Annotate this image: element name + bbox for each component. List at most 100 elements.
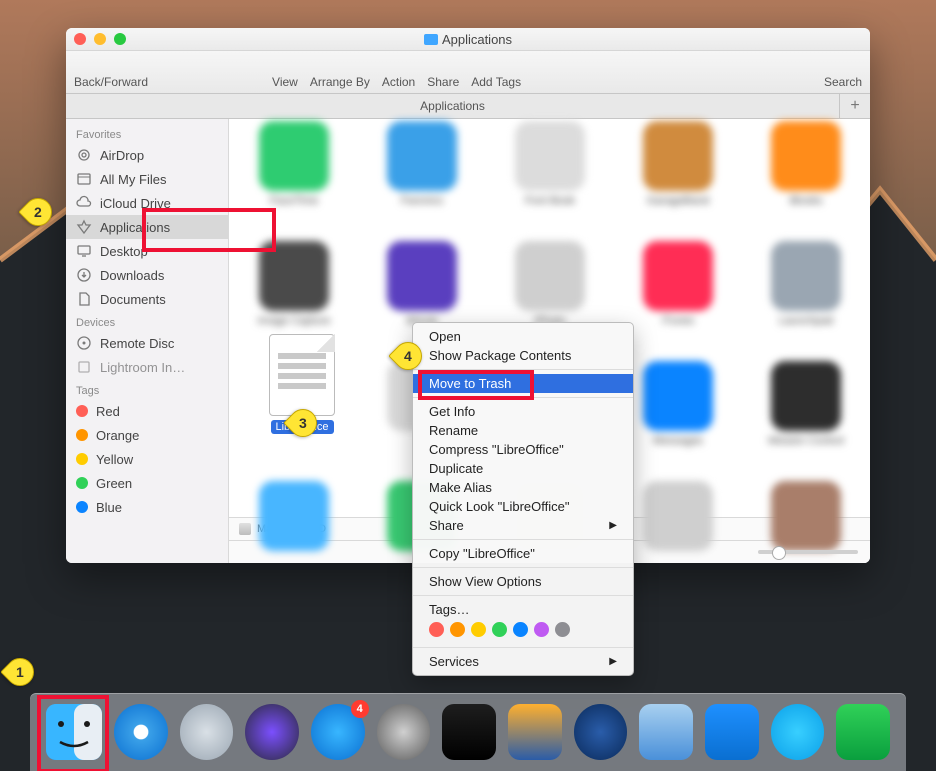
app-label: Mission Control xyxy=(746,435,866,447)
app-icon[interactable] xyxy=(643,361,713,431)
tag-color[interactable] xyxy=(534,622,549,637)
menu-tags[interactable]: Tags… xyxy=(413,600,633,619)
disk-icon xyxy=(76,359,92,375)
menu-duplicate[interactable]: Duplicate xyxy=(413,459,633,478)
tag-color[interactable] xyxy=(471,622,486,637)
menu-compress-libreoffice[interactable]: Compress "LibreOffice" xyxy=(413,440,633,459)
dock-safari[interactable] xyxy=(114,704,168,760)
app-label: Image Capture xyxy=(234,315,354,327)
tag-color[interactable] xyxy=(429,622,444,637)
app-label: iBooks xyxy=(746,195,866,207)
app-icon[interactable] xyxy=(387,121,457,191)
sidebar-tag-blue[interactable]: Blue xyxy=(66,495,228,519)
devices-heading: Devices xyxy=(66,311,228,331)
action-button[interactable]: Action xyxy=(382,75,415,89)
app-icon[interactable] xyxy=(387,241,457,311)
sidebar-label: AirDrop xyxy=(100,148,144,163)
dock-launchpad[interactable] xyxy=(180,704,234,760)
dock-preview[interactable] xyxy=(639,704,693,760)
tag-dot-icon xyxy=(76,453,88,465)
menu-make-alias[interactable]: Make Alias xyxy=(413,478,633,497)
app-icon[interactable] xyxy=(771,241,841,311)
app-icon[interactable] xyxy=(515,121,585,191)
sidebar-item-remote-disc[interactable]: Remote Disc xyxy=(66,331,228,355)
dock-appstore[interactable]: 4 xyxy=(311,704,365,760)
tag-color[interactable] xyxy=(555,622,570,637)
apps-icon xyxy=(76,219,92,235)
downloads-icon xyxy=(76,267,92,283)
desktop: Applications Back/Forward View Arrange B… xyxy=(0,0,936,771)
menu-share[interactable]: Share▶ xyxy=(413,516,633,535)
app-icon[interactable] xyxy=(771,481,841,551)
app-icon[interactable] xyxy=(259,121,329,191)
tag-color[interactable] xyxy=(513,622,528,637)
search-button[interactable]: Search xyxy=(824,75,862,89)
menu-rename[interactable]: Rename xyxy=(413,421,633,440)
zoom-slider[interactable] xyxy=(758,550,858,554)
sidebar: Favorites AirDropAll My FilesiCloud Driv… xyxy=(66,119,229,563)
disc-icon xyxy=(76,335,92,351)
sidebar-label: All My Files xyxy=(100,172,166,187)
disk-icon xyxy=(239,523,251,535)
annotation-box-2 xyxy=(142,208,276,252)
app-icon[interactable] xyxy=(643,121,713,191)
sidebar-tag-orange[interactable]: Orange xyxy=(66,423,228,447)
sidebar-item-lightroom-in-[interactable]: Lightroom In… xyxy=(66,355,228,379)
menu-get-info[interactable]: Get Info xyxy=(413,402,633,421)
app-icon[interactable] xyxy=(771,121,841,191)
sidebar-item-airdrop[interactable]: AirDrop xyxy=(66,143,228,167)
document-icon xyxy=(269,334,335,416)
sidebar-tag-green[interactable]: Green xyxy=(66,471,228,495)
app-icon[interactable] xyxy=(259,481,329,551)
menu-quick-look-libreoffice[interactable]: Quick Look "LibreOffice" xyxy=(413,497,633,516)
app-label: GarageBand xyxy=(618,195,738,207)
dock-activity[interactable] xyxy=(442,704,496,760)
app-label: iTunes xyxy=(618,315,738,327)
app-icon[interactable] xyxy=(771,361,841,431)
sidebar-label: Red xyxy=(96,404,120,419)
app-icon[interactable] xyxy=(643,241,713,311)
tags-button[interactable]: Add Tags xyxy=(471,75,521,89)
sidebar-item-all-my-files[interactable]: All My Files xyxy=(66,167,228,191)
app-label: FaceTime xyxy=(234,195,354,207)
new-tab-button[interactable]: + xyxy=(839,94,870,118)
cloud-icon xyxy=(76,195,92,211)
sidebar-tag-yellow[interactable]: Yellow xyxy=(66,447,228,471)
dock-quicktime[interactable] xyxy=(574,704,628,760)
sidebar-label: Blue xyxy=(96,500,122,515)
share-button[interactable]: Share xyxy=(427,75,459,89)
tag-dot-icon xyxy=(76,477,88,489)
sidebar-label: Documents xyxy=(100,292,166,307)
tag-color[interactable] xyxy=(492,622,507,637)
tag-colors[interactable] xyxy=(413,619,633,643)
dock-facetime[interactable] xyxy=(836,704,890,760)
sidebar-item-downloads[interactable]: Downloads xyxy=(66,263,228,287)
tag-color[interactable] xyxy=(450,622,465,637)
app-icon[interactable] xyxy=(643,481,713,551)
badge: 4 xyxy=(351,700,369,718)
annotation-box-4 xyxy=(418,370,534,400)
menu-copy[interactable]: Copy "LibreOffice" xyxy=(413,544,633,563)
sidebar-item-documents[interactable]: Documents xyxy=(66,287,228,311)
dock-settings[interactable] xyxy=(377,704,431,760)
dock-display[interactable] xyxy=(508,704,562,760)
dock: 4 xyxy=(30,693,906,771)
dock-siri[interactable] xyxy=(245,704,299,760)
menu-show-package-contents[interactable]: Show Package Contents xyxy=(413,346,633,365)
view-button[interactable]: View xyxy=(272,75,298,89)
sidebar-label: Orange xyxy=(96,428,139,443)
arrange-button[interactable]: Arrange By xyxy=(310,75,370,89)
titlebar[interactable]: Applications xyxy=(66,28,870,51)
dock-xcode[interactable] xyxy=(705,704,759,760)
app-label: Faronics xyxy=(362,195,482,207)
app-icon[interactable] xyxy=(515,241,585,311)
dock-messages[interactable] xyxy=(771,704,825,760)
menu-services[interactable]: Services▶ xyxy=(413,652,633,671)
app-label: Font Book xyxy=(490,195,610,207)
back-forward-button[interactable]: Back/Forward xyxy=(74,75,148,89)
tags-heading: Tags xyxy=(66,379,228,399)
menu-open[interactable]: Open xyxy=(413,327,633,346)
tab-applications[interactable]: Applications xyxy=(66,94,839,118)
sidebar-tag-red[interactable]: Red xyxy=(66,399,228,423)
menu-view-options[interactable]: Show View Options xyxy=(413,572,633,591)
